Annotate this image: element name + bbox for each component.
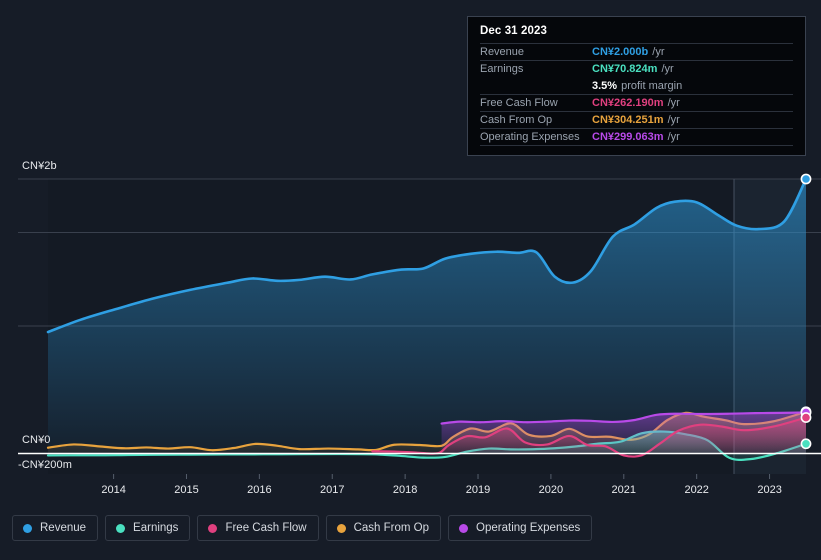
tooltip-row-label: Free Cash Flow: [480, 97, 558, 109]
tooltip-row-value: CN¥299.063m: [592, 131, 664, 143]
tooltip-row-suffix: /yr: [667, 131, 680, 143]
legend-item-earnings[interactable]: Earnings: [105, 515, 191, 541]
tooltip-rows: Revenue CN¥2.000b/yr Earnings CN¥70.824m/yr…: [480, 43, 793, 145]
tooltip-row-label: Revenue: [480, 46, 525, 58]
tooltip-row-value: CN¥70.824m: [592, 63, 658, 75]
tooltip-value-group: CN¥299.063m/yr: [592, 131, 680, 143]
y-axis-label-negative: -CN¥200m: [18, 459, 72, 471]
tooltip-value-group: CN¥262.190m/yr: [592, 97, 680, 109]
tooltip-row-value: 3.5%: [592, 79, 618, 92]
y-axis-label-zero: CN¥0: [22, 434, 51, 446]
endpoint-marker-free-cash-flow[interactable]: [800, 412, 812, 423]
endpoint-marker-earnings[interactable]: [800, 438, 812, 450]
tooltip-date-title: Dec 31 2023: [480, 25, 547, 37]
tooltip-row-suffix: /yr: [661, 63, 674, 75]
legend-item-revenue[interactable]: Revenue: [12, 515, 99, 541]
endpoint-marker-revenue[interactable]: [800, 173, 812, 185]
legend-item-operating-expenses[interactable]: Operating Expenses: [448, 515, 593, 541]
x-axis-label-2018: 2018: [392, 484, 418, 496]
tooltip-row: 3.5% profit margin: [480, 77, 793, 94]
tooltip-row-label: Earnings: [480, 63, 524, 75]
tooltip-row-suffix: /yr: [667, 97, 680, 109]
tooltip-row: Earnings CN¥70.824m/yr: [480, 60, 793, 77]
legend-color-dot-icon: [336, 523, 346, 533]
legend-color-dot-icon: [23, 523, 32, 533]
tooltip-value-group: CN¥2.000b/yr: [592, 46, 665, 58]
data-tooltip: Dec 31 2023 Revenue CN¥2.000b/yr Earnings C…: [467, 16, 806, 156]
chart-legend[interactable]: Revenue Earnings Free Cash Flow Cash From O…: [12, 515, 593, 541]
legend-color-dot-icon: [208, 523, 218, 533]
legend-item-label: Operating Expenses: [476, 522, 581, 534]
x-axis-label-2016: 2016: [247, 484, 272, 496]
tooltip-row: Cash From Op CN¥304.251m/yr: [480, 111, 793, 128]
x-axis-label-2014: 2014: [101, 484, 126, 496]
tooltip-row-label: Operating Expenses: [480, 131, 580, 143]
x-axis-label-2019: 2019: [465, 484, 491, 496]
legend-item-label: Free Cash Flow: [225, 522, 307, 534]
tooltip-value-group: CN¥304.251m/yr: [592, 114, 680, 126]
tooltip-row-value: CN¥2.000b: [592, 46, 649, 58]
tooltip-row-value: CN¥304.251m: [592, 114, 664, 126]
x-axis-label-2020: 2020: [538, 484, 564, 496]
financial-chart-widget: CN¥2b CN¥0 -CN¥200m 2014 2015 2016 2017 2018…: [0, 0, 821, 560]
y-axis-label-top: CN¥2b: [22, 160, 57, 172]
legend-item-label: Earnings: [133, 522, 179, 534]
tooltip-row: Free Cash Flow CN¥262.190m/yr: [480, 94, 793, 111]
x-axis-label-2023: 2023: [757, 484, 782, 496]
tooltip-row-label: Cash From Op: [480, 114, 553, 126]
x-axis-label-2017: 2017: [320, 484, 345, 496]
tooltip-value-group: 3.5% profit margin: [592, 80, 682, 92]
legend-item-free-cash-flow[interactable]: Free Cash Flow: [197, 515, 319, 541]
legend-item-cash-from-op[interactable]: Cash From Op: [325, 515, 442, 541]
x-axis-label-2021: 2021: [611, 484, 637, 496]
tooltip-row-suffix: /yr: [667, 114, 680, 126]
tooltip-bottom-rule: [480, 145, 793, 149]
tooltip-row-suffix: profit margin: [621, 79, 683, 92]
tooltip-row-value: CN¥262.190m: [592, 97, 664, 109]
legend-item-label: Cash From Op: [353, 522, 430, 534]
tooltip-row: Revenue CN¥2.000b/yr: [480, 43, 793, 60]
x-axis-label-2022: 2022: [684, 484, 709, 496]
legend-color-dot-icon: [459, 523, 469, 533]
tooltip-value-group: CN¥70.824m/yr: [592, 63, 674, 75]
legend-color-dot-icon: [116, 523, 126, 533]
tooltip-row-suffix: /yr: [652, 46, 665, 58]
tooltip-row: Operating Expenses CN¥299.063m/yr: [480, 128, 793, 145]
x-axis-label-2015: 2015: [174, 484, 199, 496]
legend-item-label: Revenue: [40, 522, 87, 534]
